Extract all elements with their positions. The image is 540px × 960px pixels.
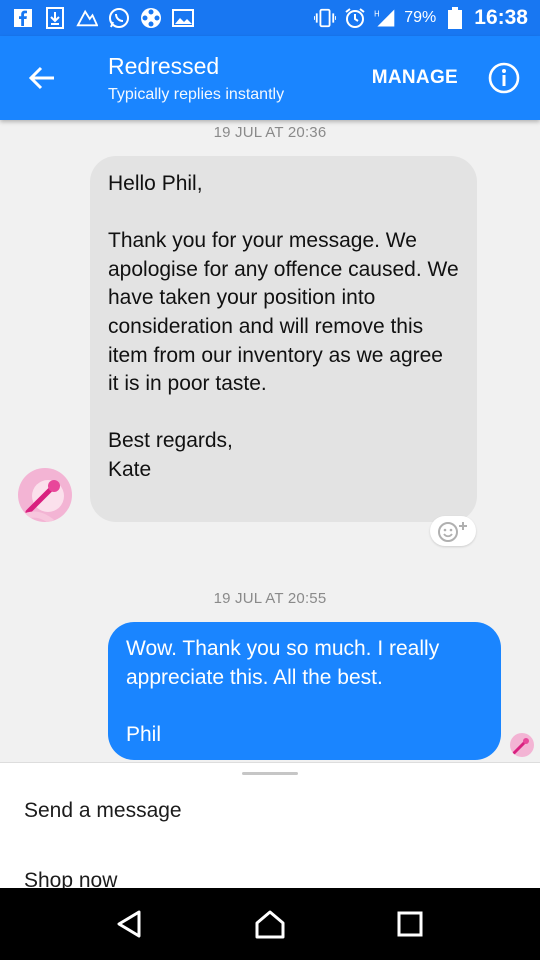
arrow-left-icon bbox=[28, 66, 54, 90]
incoming-message-bubble[interactable]: Hello Phil, Thank you for your message. … bbox=[90, 156, 477, 522]
facebook-icon bbox=[12, 7, 34, 29]
manage-button[interactable]: MANAGE bbox=[372, 67, 458, 89]
read-receipt-avatar bbox=[510, 733, 534, 757]
sheet-drag-handle[interactable] bbox=[242, 772, 298, 775]
avatar[interactable] bbox=[18, 468, 72, 522]
download-icon bbox=[44, 7, 66, 29]
film-reel-icon bbox=[140, 7, 162, 29]
notification-icons bbox=[12, 7, 194, 29]
nav-recents-button[interactable] bbox=[380, 894, 440, 954]
page-title: Redressed bbox=[108, 52, 220, 79]
home-icon bbox=[255, 910, 285, 939]
photo-icon bbox=[76, 7, 98, 29]
response-time-label: Typically replies instantly bbox=[108, 85, 285, 103]
status-bar: H 79% 16:38 bbox=[0, 0, 540, 36]
outgoing-message-bubble[interactable]: Wow. Thank you so much. I really appreci… bbox=[108, 622, 501, 760]
system-nav-bar bbox=[0, 888, 540, 960]
signal-icon: H bbox=[374, 7, 396, 29]
add-reaction-button[interactable] bbox=[430, 516, 476, 546]
info-icon bbox=[488, 62, 520, 94]
quick-actions-sheet: Send a message Shop now bbox=[0, 762, 540, 888]
back-button[interactable] bbox=[0, 36, 84, 120]
header-title-block[interactable]: Redressed Typically replies instantly bbox=[84, 53, 372, 104]
smiley-plus-icon bbox=[438, 522, 467, 542]
message-timestamp: 19 JUL AT 20:36 bbox=[213, 124, 327, 141]
message-list[interactable]: 19 JUL AT 20:36 Hello Phil, Thank you fo… bbox=[0, 120, 540, 762]
shop-now-action[interactable]: Shop now bbox=[24, 869, 117, 888]
vibrate-icon bbox=[314, 7, 337, 29]
triangle-back-icon bbox=[117, 910, 141, 938]
whatsapp-icon bbox=[108, 7, 130, 29]
info-button[interactable] bbox=[488, 62, 520, 94]
message-timestamp: 19 JUL AT 20:55 bbox=[213, 590, 327, 607]
square-recents-icon bbox=[397, 911, 423, 937]
send-message-action[interactable]: Send a message bbox=[24, 799, 182, 823]
battery-icon bbox=[444, 7, 466, 29]
battery-percent: 79% bbox=[404, 9, 437, 26]
svg-text:H: H bbox=[374, 9, 380, 18]
image-icon bbox=[172, 7, 194, 29]
nav-back-button[interactable] bbox=[100, 894, 160, 954]
alarm-icon bbox=[344, 7, 366, 29]
conversation-header: Redressed Typically replies instantly MA… bbox=[0, 36, 540, 120]
nav-home-button[interactable] bbox=[240, 894, 300, 954]
clock: 16:38 bbox=[474, 6, 528, 29]
